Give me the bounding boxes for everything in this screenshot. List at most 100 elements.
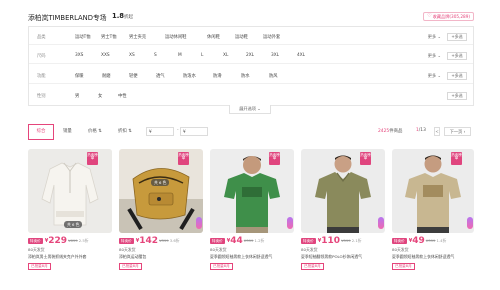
filter-option[interactable]: 防滑 xyxy=(213,73,241,79)
yellow-waist-bag-image xyxy=(119,149,203,233)
prev-page-button[interactable]: < xyxy=(434,127,440,136)
original-price: ¥399 xyxy=(425,238,436,243)
filter-label: 功能 xyxy=(37,74,46,79)
filter-option[interactable]: 男士T恤 xyxy=(101,34,129,40)
sold-tag: 已抢量8月 xyxy=(301,263,324,270)
price-row: 特卖价 ¥44 ¥399 1.2折 xyxy=(210,235,264,246)
filter-option[interactable]: XS xyxy=(129,53,154,58)
product-grid: 热卖榜单 共 6 色 特卖价 ¥229 ¥699 2.5折 80天发货 添柏岚男… xyxy=(28,147,474,277)
shipping-info: 80天发货 xyxy=(119,247,136,252)
product-title[interactable]: 夏季短袖翻领男款POLO衫休闲透气 xyxy=(301,254,385,260)
multi-select-button[interactable]: +多选 xyxy=(447,72,467,80)
filter-option[interactable]: 4XL xyxy=(297,53,317,58)
sort-price-label: 价格 xyxy=(88,129,97,134)
filter-option[interactable]: 防泼水 xyxy=(183,73,213,79)
color-swatch-strip[interactable] xyxy=(287,217,293,229)
price-row: 特卖价 ¥49 ¥399 1.4折 xyxy=(392,236,447,246)
filter-option[interactable]: 轻便 xyxy=(129,73,156,79)
filter-option[interactable]: 运动鞋 xyxy=(235,34,263,40)
filter-option[interactable]: 透气 xyxy=(156,73,183,79)
filter-option[interactable]: 耐磨 xyxy=(102,73,129,79)
sort-default-button[interactable]: 综合 xyxy=(28,124,54,140)
product-card[interactable]: 热卖榜单 特卖价 ¥49 ¥399 1.4折 80天发货 夏季圆领短袖男款上衣休… xyxy=(392,147,474,277)
product-image[interactable] xyxy=(301,149,385,233)
filter-option[interactable]: S xyxy=(154,53,178,58)
sale-tag: 特卖价 xyxy=(28,237,43,244)
store-title: 添柏岚TIMBERLAND专场 xyxy=(28,14,107,22)
price-row: 特卖价 ¥229 ¥699 2.5折 xyxy=(28,236,89,246)
original-price: ¥399 xyxy=(243,238,254,243)
filter-option[interactable]: 运动休闲鞋 xyxy=(165,34,207,40)
filter-option[interactable]: 休闲鞋 xyxy=(207,34,235,40)
product-card[interactable]: 热卖榜单 特卖价 ¥110 ¥599 2.1折 80天发货 夏季短袖翻领男款PO… xyxy=(301,147,385,277)
more-label: 更多 xyxy=(427,73,437,78)
shipping-info: 80天发货 xyxy=(392,247,409,252)
product-card[interactable]: 热卖榜单 共 6 色 特卖价 ¥229 ¥699 2.5折 80天发货 添柏岚男… xyxy=(28,147,112,277)
chevron-down-icon: ⌄ xyxy=(437,34,441,39)
filter-option[interactable]: 男 xyxy=(75,93,98,99)
product-image[interactable] xyxy=(210,149,294,233)
product-title[interactable]: 夏季圆领短袖男款上衣休闲舒适透气 xyxy=(392,254,474,260)
sort-discount-button[interactable]: 折扣 ⇅ xyxy=(118,128,132,134)
result-count-suffix: 件商品 xyxy=(389,129,403,134)
sale-tag: 特卖价 xyxy=(392,237,407,244)
shipping-info: 80天发货 xyxy=(301,247,318,252)
filter-option[interactable]: 防风 xyxy=(269,73,289,79)
price-max-input[interactable]: ¥ xyxy=(180,127,208,136)
color-swatch-strip[interactable] xyxy=(467,217,473,229)
filter-option[interactable]: L xyxy=(201,53,223,58)
filter-option[interactable]: 男士夹克 xyxy=(129,34,165,40)
filter-panel: 品类 运动T恤 男士T恤 男士夹克 运动休闲鞋 休闲鞋 运动鞋 运动外套 更多 … xyxy=(28,26,474,106)
sort-price-button[interactable]: 价格 ⇅ xyxy=(88,128,102,134)
next-page-button[interactable]: 下一页 › xyxy=(444,127,471,136)
filter-option[interactable]: 保暖 xyxy=(75,73,102,79)
filter-option[interactable]: XL xyxy=(223,53,246,58)
filter-label: 品类 xyxy=(37,35,46,40)
chevron-down-icon: ⌄ xyxy=(437,53,441,58)
favorite-brand-button[interactable]: ♡ 收藏品牌(305,289) xyxy=(423,12,474,21)
multi-select-button[interactable]: +多选 xyxy=(447,92,467,100)
hot-rank-badge: 热卖榜单 xyxy=(178,152,189,165)
filter-option[interactable]: 3XS xyxy=(75,53,101,58)
multi-select-button[interactable]: +多选 xyxy=(447,52,467,60)
color-count: 共 6 色 xyxy=(64,221,83,228)
sort-bar: 综合 销量 价格 ⇅ 折扣 ⇅ ¥ - ¥ 2425件商品 1/13 < 下一页… xyxy=(28,124,474,140)
more-button[interactable]: 更多 ⌄ xyxy=(428,34,441,40)
filter-option[interactable]: 中性 xyxy=(118,93,138,99)
multi-select-button[interactable]: +多选 xyxy=(447,33,467,41)
multi-select-label: 多选 xyxy=(454,53,463,58)
sale-price: 44 xyxy=(230,235,243,246)
page-indicator: 1/13 xyxy=(416,128,426,133)
filter-option[interactable]: 2XL xyxy=(246,53,271,58)
price-min-input[interactable]: ¥ xyxy=(146,127,174,136)
filter-option[interactable]: 防水 xyxy=(241,73,269,79)
product-title[interactable]: 添柏岚男士男装抓绒夹克户外外套 xyxy=(28,254,112,260)
filter-option[interactable]: 女 xyxy=(98,93,118,99)
filter-option[interactable]: 3XL xyxy=(271,53,297,58)
filter-option[interactable]: 运动外套 xyxy=(263,34,293,40)
product-image[interactable] xyxy=(119,149,203,233)
sold-tag: 已抢量8月 xyxy=(210,263,233,270)
sort-sales-button[interactable]: 销量 xyxy=(63,128,72,134)
more-button[interactable]: 更多 ⌄ xyxy=(428,53,441,59)
discount-rate: 2.1折 xyxy=(351,237,362,243)
color-swatch-strip[interactable] xyxy=(196,217,202,229)
product-card[interactable]: 热卖榜单 共 6 色 特卖价 ¥142 ¥399 3.6折 80天发货 添柏岚运… xyxy=(119,147,203,277)
product-title[interactable]: 添柏岚运动腰包 xyxy=(119,254,203,260)
color-count: 共 6 色 xyxy=(151,179,170,186)
shipping-info: 80天发货 xyxy=(28,247,45,252)
filter-option[interactable]: XXS xyxy=(101,53,129,58)
price-range-dash: - xyxy=(177,128,179,133)
filter-option[interactable]: M xyxy=(178,53,201,58)
discount-rate: 1.4折 xyxy=(436,237,447,243)
filter-option[interactable]: 运动T恤 xyxy=(75,34,101,40)
product-title[interactable]: 夏季圆领短袖男款上衣休闲舒适透气 xyxy=(210,254,294,260)
filter-row-function: 功能 保暖 耐磨 轻便 透气 防泼水 防滑 防水 防风 更多 ⌄ +多选 xyxy=(29,68,473,84)
product-card[interactable]: 热卖榜单 特卖价 ¥44 ¥399 1.2折 80天发货 夏季圆领短袖男款上衣休… xyxy=(210,147,294,277)
more-button[interactable]: 更多 ⌄ xyxy=(428,73,441,79)
heart-icon: ♡ xyxy=(427,13,432,19)
expand-options-button[interactable]: 展开选项 ⌄ xyxy=(229,105,271,114)
sale-price: 110 xyxy=(321,235,341,246)
color-swatch-strip[interactable] xyxy=(378,217,384,229)
more-label: 更多 xyxy=(427,53,437,58)
